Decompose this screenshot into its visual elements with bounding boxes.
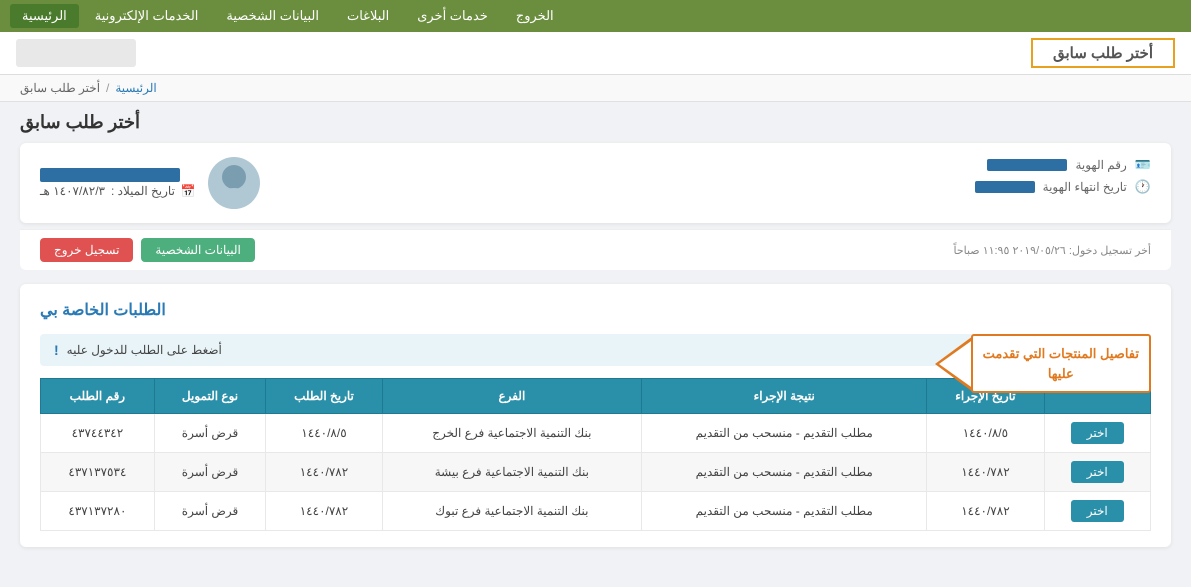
table-row: اختر ١٤٤٠/٨/٥ مطلب التقديم - منسحب من ال… [41,414,1151,453]
page-wrapper: أختر طلب سابق أختر طلب سابق / الرئيسية أ… [0,32,1191,587]
user-card: 🪪 رقم الهوية 🕐 تاريخ انتهاء الهوية 📅 تار… [20,143,1171,223]
user-info-left: 📅 تاريخ الميلاد : ١٤٠٧/٨٢/٣ هـ [40,157,260,209]
nav-logout[interactable]: الخروج [504,4,566,28]
select-button-0[interactable]: اختر [1071,422,1124,444]
callout-arrow-shape [935,336,973,392]
cell-branch: بنك التنمية الاجتماعية فرع بيشة [382,453,641,492]
table-row: اختر ١٤٤٠/٧٨٢ مطلب التقديم - منسحب من ال… [41,453,1151,492]
nav-home[interactable]: الرئيسية [10,4,79,28]
cell-action-btn[interactable]: اختر [1044,414,1151,453]
col-finance-type: نوع التمويل [154,379,266,414]
dob-value: ١٤٠٧/٨٢/٣ هـ [40,184,105,198]
cell-request-no: ٤٣٧١٣٧٥٣٤ [41,453,155,492]
clock-icon: 🕐 [1135,179,1151,195]
cell-finance-type: قرض أسرة [154,414,266,453]
cell-request-date: ١٤٤٠/٧٨٢ [266,453,382,492]
col-action-result: نتيجة الإجراء [642,379,927,414]
avatar [208,157,260,209]
cell-action-btn[interactable]: اختر [1044,453,1151,492]
cell-action-date: ١٤٤٠/٨/٥ [927,414,1044,453]
main-section: الطلبات الخاصة بي تفاصيل المنتجات التي ت… [20,284,1171,547]
arrow-callout: تفاصيل المنتجات التي تقدمتعليها [935,334,1151,393]
dob-label: تاريخ الميلاد : [111,184,175,198]
col-branch: الفرع [382,379,641,414]
header-title-box: أختر طلب سابق [1031,38,1175,68]
header-title: أختر طلب سابق [1053,45,1153,62]
nav-reports[interactable]: البلاغات [335,4,401,28]
expiry-label: تاريخ انتهاء الهوية [1043,180,1127,194]
nav-personal[interactable]: البيانات الشخصية [214,4,331,28]
callout-box: تفاصيل المنتجات التي تقدمتعليها [971,334,1151,393]
nav-other[interactable]: خدمات أخرى [405,4,500,28]
section-title: الطلبات الخاصة بي [40,300,166,320]
header: أختر طلب سابق [0,32,1191,75]
cell-request-no: ٤٣٧٤٤٣٤٢ [41,414,155,453]
info-icon: ! [54,342,59,358]
user-name-block: 📅 تاريخ الميلاد : ١٤٠٧/٨٢/٣ هـ [40,168,196,198]
requests-table: تاريخ الإجراء نتيجة الإجراء الفرع تاريخ … [40,378,1151,531]
logo [16,39,136,67]
page-title: أختر طلب سابق [20,112,140,133]
id-value [987,159,1067,171]
table-row: اختر ١٤٤٠/٧٨٢ مطلب التقديم - منسحب من ال… [41,492,1151,531]
cell-branch: بنك التنمية الاجتماعية فرع الخرج [382,414,641,453]
id-icon: 🪪 [1135,157,1151,173]
personal-data-button[interactable]: البيانات الشخصية [141,238,254,262]
user-name-bar [40,168,180,182]
cell-branch: بنك التنمية الاجتماعية فرع تبوك [382,492,641,531]
logout-button[interactable]: تسجيل خروج [40,238,133,262]
cell-action-date: ١٤٤٠/٧٨٢ [927,492,1044,531]
id-label: رقم الهوية [1075,158,1126,172]
table-body: اختر ١٤٤٠/٨/٥ مطلب التقديم - منسحب من ال… [41,414,1151,531]
user-dob: 📅 تاريخ الميلاد : ١٤٠٧/٨٢/٣ هـ [40,184,196,198]
cell-action-result: مطلب التقديم - منسحب من التقديم [642,453,927,492]
action-bar: أخر تسجيل دخول: ٢٠١٩/٠٥/٢٦ ١١:٩٥ صباحاً … [20,229,1171,270]
cell-request-date: ١٤٤٠/٧٨٢ [266,492,382,531]
cell-finance-type: قرض أسرة [154,492,266,531]
cell-request-no: ٤٣٧١٣٧٢٨٠ [41,492,155,531]
expiry-value [975,181,1035,193]
cell-action-result: مطلب التقديم - منسحب من التقديم [642,414,927,453]
breadcrumb-home[interactable]: الرئيسية [115,81,156,95]
expiry-row: 🕐 تاريخ انتهاء الهوية [975,179,1151,195]
breadcrumb-current: أختر طلب سابق [20,81,100,95]
cell-action-result: مطلب التقديم - منسحب من التقديم [642,492,927,531]
id-row: 🪪 رقم الهوية [975,157,1151,173]
top-navigation: الرئيسية الخدمات الإلكترونية البيانات ال… [0,0,1191,32]
breadcrumb-sep: / [106,81,109,95]
breadcrumb: أختر طلب سابق / الرئيسية [0,75,1191,102]
info-text: أضغط على الطلب للدخول عليه [67,343,222,357]
page-title-row: أختر طلب سابق [0,102,1191,137]
last-login: أخر تسجيل دخول: ٢٠١٩/٠٥/٢٦ ١١:٩٥ صباحاً [953,244,1151,257]
calendar-icon: 📅 [181,184,196,198]
col-request-no: رقم الطلب [41,379,155,414]
col-request-date: تاريخ الطلب [266,379,382,414]
section-header: الطلبات الخاصة بي [40,300,1151,320]
cell-action-btn[interactable]: اختر [1044,492,1151,531]
cell-action-date: ١٤٤٠/٧٨٢ [927,453,1044,492]
select-button-1[interactable]: اختر [1071,461,1124,483]
action-buttons: البيانات الشخصية تسجيل خروج [40,238,255,262]
select-button-2[interactable]: اختر [1071,500,1124,522]
cell-request-date: ١٤٤٠/٨/٥ [266,414,382,453]
user-info-right: 🪪 رقم الهوية 🕐 تاريخ انتهاء الهوية [975,157,1151,195]
cell-finance-type: قرض أسرة [154,453,266,492]
nav-eservices[interactable]: الخدمات الإلكترونية [83,4,211,28]
